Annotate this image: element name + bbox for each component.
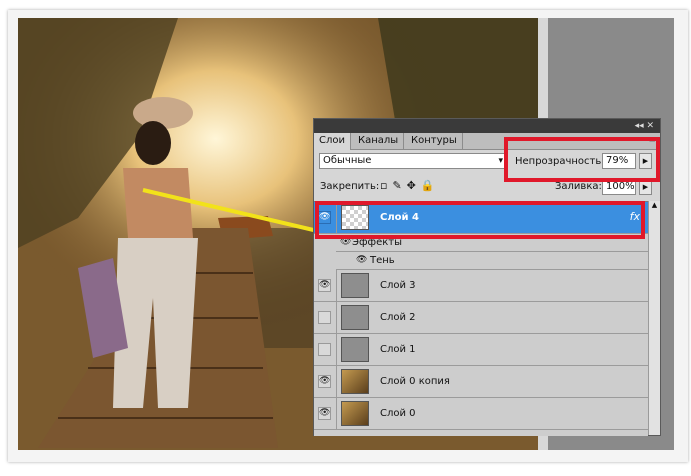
- layer-row-1[interactable]: Слой 1: [314, 334, 648, 366]
- layers-scrollbar[interactable]: ▲: [648, 201, 660, 435]
- eye-icon[interactable]: 👁: [318, 407, 331, 420]
- chevron-down-icon: ▾: [498, 156, 503, 166]
- layer-row-0[interactable]: 👁 Слой 0: [314, 398, 648, 430]
- layer-row-2[interactable]: Слой 2: [314, 302, 648, 334]
- tab-channels[interactable]: Каналы: [353, 133, 405, 149]
- eye-icon[interactable]: 👁: [356, 255, 367, 265]
- highlight-opacity-box: [504, 137, 660, 182]
- eye-hidden-icon[interactable]: [318, 311, 331, 324]
- layer-row-3[interactable]: 👁 Слой 3: [314, 270, 648, 302]
- layer-name: Слой 3: [380, 280, 416, 291]
- blend-mode-select[interactable]: Обычные ▾: [319, 153, 507, 169]
- lock-options-icons[interactable]: ▫✎✥🔒: [380, 179, 440, 192]
- layer-name: Слой 1: [380, 344, 416, 355]
- shadow-effect-row[interactable]: 👁 Тень: [336, 252, 648, 270]
- blend-mode-value: Обычные: [323, 155, 372, 166]
- layer-name: Слой 0 копия: [380, 376, 450, 387]
- eye-hidden-icon[interactable]: [318, 343, 331, 356]
- highlight-layer-box: [315, 201, 645, 239]
- layer-thumbnail: [341, 401, 369, 426]
- panel-controls[interactable]: ◂◂ ✕: [635, 120, 654, 132]
- tab-paths[interactable]: Контуры: [406, 133, 463, 149]
- fill-label: Заливка:: [555, 181, 602, 192]
- layer-thumbnail: [341, 337, 369, 362]
- layer-thumbnail: [341, 273, 369, 298]
- panel-titlebar[interactable]: ◂◂ ✕: [314, 119, 660, 133]
- layer-thumbnail: [341, 369, 369, 394]
- layer-thumbnail: [341, 305, 369, 330]
- tab-layers[interactable]: Слои: [314, 133, 351, 150]
- eye-icon[interactable]: 👁: [318, 375, 331, 388]
- lock-label: Закрепить:: [320, 181, 380, 192]
- layer-row-0-copy[interactable]: 👁 Слой 0 копия: [314, 366, 648, 398]
- shadow-label: Тень: [370, 255, 395, 266]
- layer-name: Слой 0: [380, 408, 416, 419]
- eye-icon[interactable]: 👁: [318, 279, 331, 292]
- layer-name: Слой 2: [380, 312, 416, 323]
